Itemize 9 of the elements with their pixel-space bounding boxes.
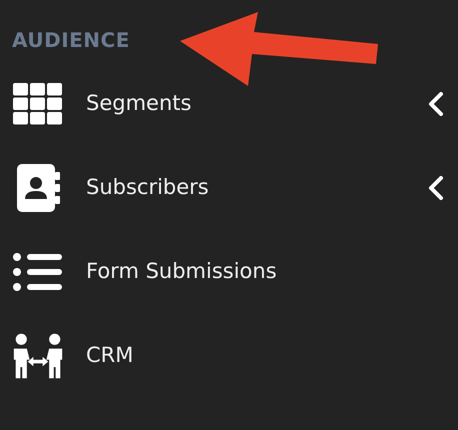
section-heading: AUDIENCE [12,27,130,54]
contact-book-icon [15,164,61,212]
list-icon [13,253,63,291]
menu-item[interactable]: CRM [0,314,458,398]
menu-item[interactable]: Form Submissions [0,230,458,314]
menu-item[interactable]: Segments [0,62,458,146]
grid-icon [13,83,63,125]
menu-item[interactable]: Subscribers [0,146,458,230]
people-exchange-icon [12,332,64,380]
